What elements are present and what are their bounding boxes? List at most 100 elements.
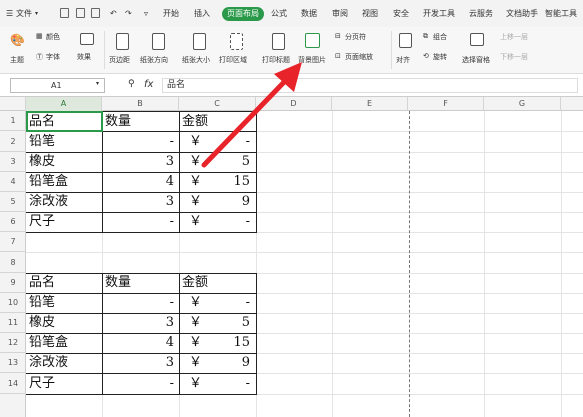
formula-input[interactable]: 品名 — [162, 78, 578, 93]
table2-cell-qty[interactable]: 3 — [166, 313, 174, 332]
column-header-g[interactable]: G — [484, 97, 561, 111]
margins-button[interactable]: 页边距 — [109, 55, 130, 65]
row-header[interactable]: 5 — [0, 192, 26, 212]
tab-home[interactable]: 开始 — [163, 7, 179, 21]
chevron-down-icon[interactable]: ▾ — [35, 7, 38, 21]
orientation-icon[interactable] — [152, 33, 165, 50]
table1-cell-qty[interactable]: - — [170, 212, 174, 231]
table1-cell-qty[interactable]: - — [170, 132, 174, 151]
row-header[interactable]: 7 — [0, 232, 26, 252]
table2-cell-qty[interactable]: - — [170, 293, 174, 312]
page-zoom-button[interactable]: 页面缩放 — [345, 52, 373, 62]
column-header-f[interactable]: F — [408, 97, 484, 111]
row-header[interactable]: 2 — [0, 131, 26, 152]
table1-cell-amount[interactable]: 5 — [242, 152, 250, 171]
tab-data[interactable]: 数据 — [301, 7, 317, 21]
orientation-button[interactable]: 纸张方向 — [140, 55, 168, 65]
tab-smart-tools[interactable]: 智能工具 — [545, 7, 577, 21]
background-image-icon[interactable] — [305, 33, 320, 48]
row-header[interactable]: 1 — [0, 111, 26, 131]
table1-cell-amount[interactable]: - — [246, 212, 250, 231]
row-header[interactable]: 13 — [0, 353, 26, 373]
page-zoom-icon[interactable]: ⊡ — [335, 52, 341, 60]
row-header[interactable]: 8 — [0, 252, 26, 273]
tab-insert[interactable]: 插入 — [194, 7, 210, 21]
page-break-button[interactable]: 分页符 — [345, 32, 366, 42]
table2-cell-currency[interactable]: ￥ — [189, 313, 202, 332]
table2-header-name[interactable]: 品名 — [29, 273, 55, 292]
table1-header-qty[interactable]: 数量 — [105, 112, 131, 131]
tab-cloud[interactable]: 云服务 — [469, 7, 493, 21]
effects-button[interactable]: 效果 — [77, 52, 91, 62]
print-area-icon[interactable] — [230, 33, 243, 50]
redo-icon[interactable]: ↷ — [125, 7, 132, 21]
table1-cell-currency[interactable]: ￥ — [189, 152, 202, 171]
fonts-icon[interactable]: Ⓣ — [36, 52, 43, 62]
table1-cell-qty[interactable]: 3 — [166, 192, 174, 211]
column-header-e[interactable]: E — [332, 97, 408, 111]
print-icon[interactable] — [76, 8, 85, 18]
table2-cell-currency[interactable]: ￥ — [189, 333, 202, 352]
table2-cell-amount[interactable]: - — [246, 374, 250, 393]
theme-button[interactable]: 主题 — [10, 55, 24, 65]
table2-cell-amount[interactable]: 9 — [242, 353, 250, 372]
align-icon[interactable] — [399, 33, 412, 48]
table1-cell-currency[interactable]: ￥ — [189, 212, 202, 231]
table1-cell-qty[interactable]: 4 — [166, 172, 174, 191]
save-icon[interactable] — [60, 8, 69, 18]
table2-cell-name[interactable]: 尺子 — [29, 374, 55, 393]
row-header[interactable]: 6 — [0, 212, 26, 232]
table2-header-qty[interactable]: 数量 — [105, 273, 131, 292]
print-area-button[interactable]: 打印区域 — [219, 55, 247, 65]
size-button[interactable]: 纸张大小 — [182, 55, 210, 65]
hamburger-icon[interactable]: ☰ — [6, 7, 13, 21]
send-backward-button[interactable]: 下移一层 — [500, 52, 528, 62]
table2-cell-name[interactable]: 涂改液 — [29, 353, 68, 372]
column-header-b[interactable]: B — [102, 97, 179, 111]
chevron-down-icon[interactable]: ▾ — [96, 80, 99, 87]
row-header[interactable]: 4 — [0, 172, 26, 192]
tab-doc-assistant[interactable]: 文档助手 — [506, 7, 538, 21]
file-menu[interactable]: 文件 — [16, 7, 32, 21]
background-image-button[interactable]: 背景图片 — [298, 55, 326, 65]
row-header[interactable]: 11 — [0, 313, 26, 333]
zoom-icon[interactable]: ⚲ — [128, 79, 135, 89]
row-header[interactable]: 10 — [0, 293, 26, 313]
table1-cell-amount[interactable]: 15 — [233, 172, 250, 191]
page-break-icon[interactable]: ⊟ — [335, 32, 341, 40]
undo-icon[interactable]: ↶ — [110, 7, 117, 21]
table1-cell-amount[interactable]: 9 — [242, 192, 250, 211]
table1-cell-qty[interactable]: 3 — [166, 152, 174, 171]
bring-forward-button[interactable]: 上移一层 — [500, 32, 528, 42]
table2-cell-currency[interactable]: ￥ — [189, 293, 202, 312]
table2-cell-name[interactable]: 铅笔盒 — [29, 333, 68, 352]
table2-cell-name[interactable]: 橡皮 — [29, 313, 55, 332]
table1-cell-currency[interactable]: ￥ — [189, 132, 202, 151]
tab-page-layout[interactable]: 页面布局 — [222, 7, 264, 21]
effects-icon[interactable] — [80, 33, 94, 45]
rotate-button[interactable]: 旋转 — [433, 52, 447, 62]
colors-icon[interactable]: ▦ — [36, 32, 43, 40]
row-header[interactable]: 3 — [0, 152, 26, 172]
table2-cell-currency[interactable]: ￥ — [189, 374, 202, 393]
row-header[interactable]: 14 — [0, 373, 26, 394]
select-all-corner[interactable] — [0, 97, 26, 111]
table1-cell-currency[interactable]: ￥ — [189, 172, 202, 191]
colors-button[interactable]: 颜色 — [46, 32, 60, 42]
quick-access-more-icon[interactable]: ▿ — [144, 7, 148, 21]
row-header[interactable]: 12 — [0, 333, 26, 353]
table1-cell-currency[interactable]: ￥ — [189, 192, 202, 211]
print-titles-icon[interactable] — [272, 33, 285, 50]
column-header-c[interactable]: C — [179, 97, 256, 111]
table1-cell-name[interactable]: 尺子 — [29, 212, 55, 231]
align-button[interactable]: 对齐 — [396, 55, 410, 65]
table2-cell-qty[interactable]: - — [170, 374, 174, 393]
name-box[interactable]: A1 — [10, 78, 105, 93]
table2-cell-currency[interactable]: ￥ — [189, 353, 202, 372]
column-header-a[interactable]: A — [26, 97, 102, 111]
table1-header-amount[interactable]: 金额 — [182, 112, 208, 131]
row-header[interactable]: 9 — [0, 273, 26, 293]
group-icon[interactable]: ⧉ — [423, 32, 428, 41]
table1-cell-amount[interactable]: - — [246, 132, 250, 151]
fonts-button[interactable]: 字体 — [46, 52, 60, 62]
